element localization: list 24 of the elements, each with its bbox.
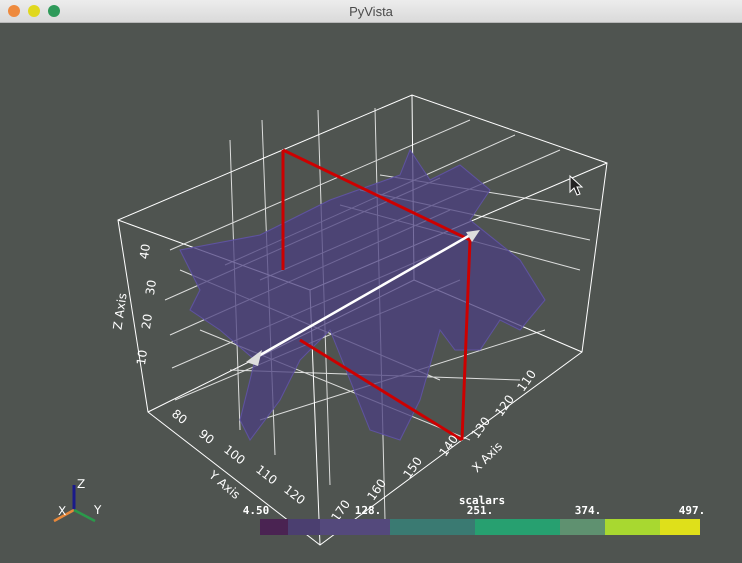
maximize-button[interactable] [48, 5, 60, 17]
x-axis-tick-label: 170 [328, 497, 354, 524]
y-axis-label: Y [94, 503, 102, 517]
scalar-bar-title: scalars [458, 494, 506, 507]
y-axis-tick-label: 120 [281, 482, 308, 508]
z-axis-tick-label: 20 [139, 312, 156, 330]
scalar-bar-label: 4.50 [242, 504, 270, 517]
z-axis-label: Z [77, 477, 86, 491]
y-axis-tick-label: 80 [169, 406, 190, 428]
y-axis-title: Y Axis [206, 468, 243, 502]
y-axis-tick-label: 90 [196, 426, 217, 448]
scalar-bar-label: 497. [678, 504, 706, 517]
z-axis-tick-label: 30 [143, 278, 160, 296]
window-title: PyVista [349, 4, 393, 18]
scalar-bar-label: 251. [466, 504, 494, 517]
z-axis-title: Z Axis [110, 292, 130, 331]
minimize-button[interactable] [28, 5, 40, 17]
scalar-bar-label: 374. [574, 504, 602, 517]
close-button[interactable] [8, 5, 20, 17]
y-axis-tick-label: 100 [221, 442, 248, 468]
z-axis-tick-label: 40 [137, 242, 154, 260]
x-axis-label: X [58, 504, 66, 518]
y-axis-tick-label: 110 [253, 462, 280, 488]
cursor-icon [570, 174, 584, 196]
